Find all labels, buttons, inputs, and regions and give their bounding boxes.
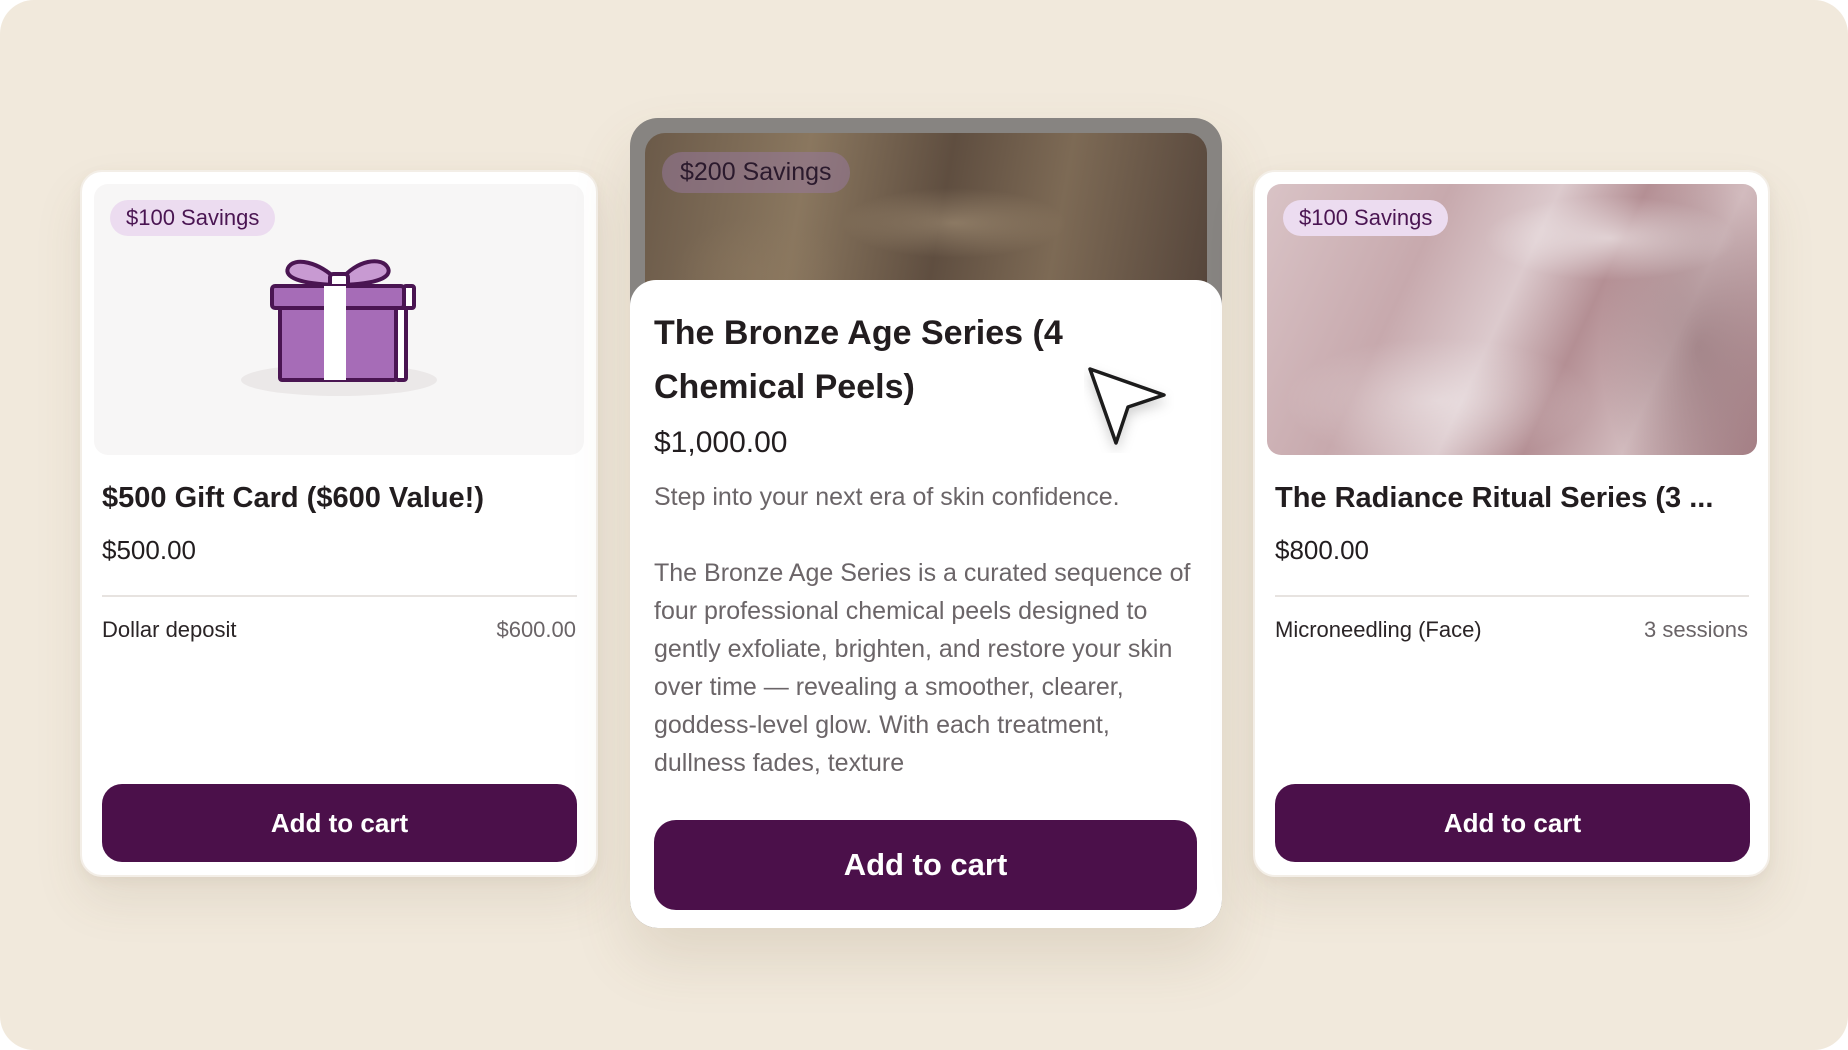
- product-description-text: The Bronze Age Series is a curated seque…: [654, 559, 1191, 777]
- divider: [1275, 595, 1749, 597]
- add-to-cart-button[interactable]: Add to cart: [654, 820, 1197, 910]
- product-price: $500.00: [102, 535, 196, 565]
- product-card-gift-card[interactable]: $100 Savings $500 Gift Card ($600 Value!…: [80, 170, 598, 877]
- divider: [102, 595, 577, 597]
- add-to-cart-button[interactable]: Add to cart: [1275, 784, 1750, 862]
- page-background: $100 Savings $500 Gift Card ($600 Value!…: [0, 0, 1848, 1050]
- mouse-pointer-icon: [1088, 367, 1166, 445]
- detail-value: $600.00: [496, 617, 576, 642]
- product-price: $1,000.00: [654, 426, 788, 459]
- detail-label: Microneedling (Face): [1275, 617, 1482, 642]
- product-card-radiance-ritual[interactable]: $100 Savings The Radiance Ritual Series …: [1253, 170, 1770, 877]
- detail-value: 3 sessions: [1644, 617, 1748, 642]
- detail-label: Dollar deposit: [102, 617, 237, 642]
- product-description: Step into your next era of skin confiden…: [654, 478, 1202, 854]
- product-price: $800.00: [1275, 535, 1369, 565]
- product-tagline: Step into your next era of skin confiden…: [654, 483, 1120, 511]
- savings-badge: $100 Savings: [1283, 200, 1449, 236]
- product-title[interactable]: The Radiance Ritual Series (3 ...: [1275, 482, 1755, 515]
- add-to-cart-button[interactable]: Add to cart: [102, 784, 577, 862]
- savings-badge: $200 Savings: [662, 152, 850, 193]
- product-card-bronze-age-series[interactable]: $200 Savings The Bronze Age Series (4 Ch…: [630, 118, 1222, 928]
- savings-badge: $100 Savings: [110, 200, 276, 236]
- product-title[interactable]: $500 Gift Card ($600 Value!): [102, 482, 582, 515]
